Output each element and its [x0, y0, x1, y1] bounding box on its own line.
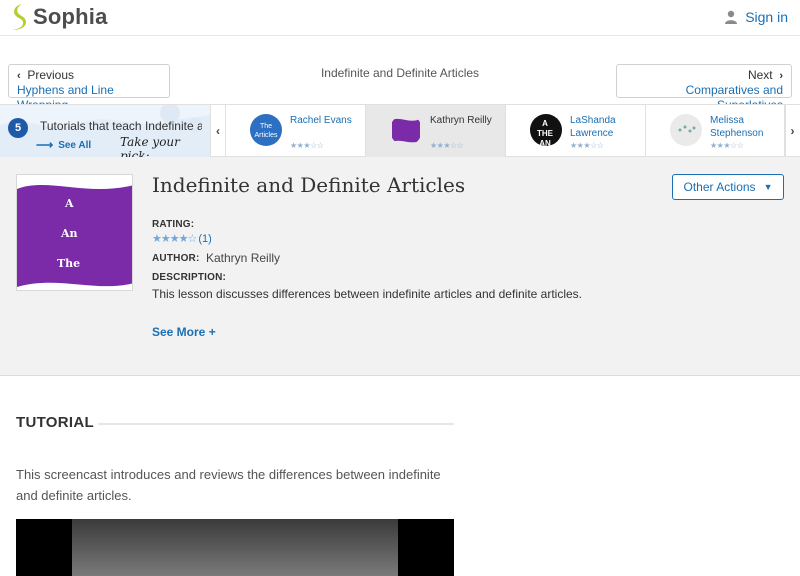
- lesson-navigation: ‹ Previous Hyphens and Line Wrapping Ind…: [0, 56, 800, 112]
- site-header: Sophia Sign in: [0, 0, 800, 36]
- tutorial-count-badge: 5: [8, 118, 28, 138]
- other-actions-button[interactable]: Other Actions ▼: [672, 174, 784, 200]
- tutor-name-line2: Lawrence: [570, 128, 614, 139]
- see-all-label: See All: [58, 139, 92, 151]
- next-label: Next: [747, 68, 773, 82]
- chevron-left-icon: ‹: [216, 124, 220, 138]
- next-lesson-button[interactable]: Next › Comparatives and Superlatives: [616, 64, 792, 112]
- chevron-right-icon: ›: [790, 124, 795, 138]
- tutor-rating-stars: ★★★☆☆: [430, 141, 464, 150]
- tutor-rating-stars: ★★★☆☆: [290, 141, 324, 150]
- tutor-name-line1: LaShanda: [570, 115, 616, 126]
- arrow-right-icon: ⟶: [36, 138, 54, 152]
- previous-label-row: ‹ Previous: [17, 68, 161, 83]
- lesson-description: This lesson discusses differences betwee…: [152, 287, 583, 301]
- tutor-thumbnail-text: A THE AN: [537, 119, 553, 146]
- tutor-name-line1: Kathryn Reilly: [430, 115, 492, 126]
- previous-lesson-button[interactable]: ‹ Previous Hyphens and Line Wrapping: [8, 64, 170, 112]
- sign-in-label: Sign in: [745, 9, 788, 25]
- cover-word-an: An: [61, 227, 78, 240]
- sophia-logo-icon: [13, 4, 26, 30]
- current-lesson-title: Indefinite and Definite Articles: [320, 66, 480, 80]
- tutor-name: Kathryn Reilly: [430, 114, 492, 127]
- cover-word-a: A: [65, 197, 74, 210]
- video-frame: [72, 519, 398, 576]
- tutorials-strip: 5 Tutorials that teach Indefinite and De…: [0, 104, 800, 157]
- tutorial-description: This screencast introduces and reviews t…: [16, 467, 441, 503]
- tutor-rating-stars: ★★★☆☆: [710, 141, 744, 150]
- other-actions-label: Other Actions: [683, 180, 756, 194]
- purple-flag-image: [392, 118, 420, 143]
- tutorial-divider: [98, 423, 454, 425]
- tutor-name-line1: Melissa: [710, 115, 744, 126]
- take-your-pick-label: Take your pick:: [120, 135, 180, 157]
- tutorial-heading: TUTORIAL: [16, 414, 94, 431]
- tutor-card-lashanda-lawrence[interactable]: A THE AN LaShanda Lawrence ★★★☆☆: [506, 105, 646, 157]
- rating-count-link[interactable]: (1): [198, 233, 211, 245]
- tutor-thumbnail: [390, 114, 422, 146]
- tutor-name-line1: Rachel Evans: [290, 115, 352, 126]
- video-player[interactable]: [16, 519, 454, 576]
- tutor-name: Rachel Evans: [290, 114, 352, 127]
- strip-scroll-left-button[interactable]: ‹: [210, 105, 226, 157]
- dots-image: [678, 125, 696, 133]
- previous-label: Previous: [27, 68, 75, 82]
- chevron-left-icon: ‹: [17, 70, 21, 82]
- description-label: DESCRIPTION:: [152, 272, 227, 283]
- author-name: Kathryn Reilly: [206, 251, 281, 265]
- see-all-link[interactable]: ⟶ See All: [36, 138, 91, 152]
- lesson-hero: A An The Indefinite and Definite Article…: [0, 157, 800, 376]
- sophia-logo-text: Sophia: [33, 4, 108, 29]
- tutorials-title: Tutorials that teach Indefinite and Defi…: [40, 119, 202, 133]
- chevron-down-icon: ▼: [763, 182, 773, 192]
- tutor-thumbnail: The Articles: [250, 114, 282, 146]
- lesson-cover-image: A An The: [16, 174, 133, 291]
- tutor-name-line2: Stephenson: [710, 128, 764, 139]
- tutor-thumbnail: [670, 114, 702, 146]
- lesson-rating: ★★★★☆ (1): [152, 232, 212, 246]
- sophia-logo[interactable]: Sophia: [10, 3, 108, 31]
- tutor-rating-stars: ★★★☆☆: [570, 141, 604, 150]
- sign-in-link[interactable]: Sign in: [725, 9, 788, 25]
- next-label-row: Next ›: [625, 68, 783, 83]
- user-icon: [725, 10, 738, 24]
- tutor-card-kathryn-reilly[interactable]: Kathryn Reilly ★★★☆☆: [366, 105, 506, 157]
- author-label: AUTHOR:: [152, 253, 200, 264]
- chevron-right-icon: ›: [779, 70, 783, 82]
- tutor-name: LaShanda Lawrence: [570, 114, 616, 140]
- tutor-card-melissa-stephenson[interactable]: Melissa Stephenson ★★★☆☆: [646, 105, 786, 157]
- tutorials-summary: 5 Tutorials that teach Indefinite and De…: [0, 105, 210, 157]
- tutor-thumbnail-text: The Articles: [254, 123, 278, 139]
- tutor-card-rachel-evans[interactable]: The Articles Rachel Evans ★★★☆☆: [226, 105, 366, 157]
- strip-scroll-right-button[interactable]: ›: [784, 105, 800, 157]
- rating-stars-icon: ★★★★☆: [152, 233, 197, 245]
- lesson-title: Indefinite and Definite Articles: [152, 173, 466, 197]
- cover-word-the: The: [57, 257, 81, 270]
- tutor-thumbnail: A THE AN: [530, 114, 562, 146]
- tutor-name: Melissa Stephenson: [710, 114, 763, 140]
- see-more-link[interactable]: See More +: [152, 325, 216, 339]
- rating-label: RATING:: [152, 219, 195, 230]
